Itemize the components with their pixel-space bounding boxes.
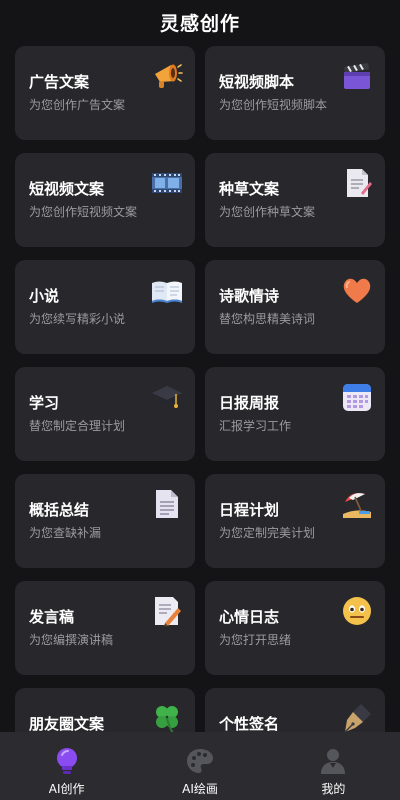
- card-subtitle: 为您创作种草文案: [219, 205, 316, 219]
- tab-ai-paint[interactable]: AI绘画: [133, 732, 266, 800]
- graduation-cap-icon: [151, 381, 183, 413]
- page-title: 灵感创作: [159, 12, 240, 35]
- memo-pencil-icon: [151, 595, 183, 627]
- face-icon: [341, 595, 373, 627]
- card-subtitle: 替您构思精美诗词: [219, 312, 316, 326]
- card-seeding-copy[interactable]: 种草文案 为您创作种草文案: [205, 153, 385, 247]
- document-pen-icon: [341, 167, 373, 199]
- document-icon: [151, 488, 183, 520]
- open-book-icon: [151, 274, 183, 306]
- fountain-pen-icon: [341, 702, 373, 734]
- card-subtitle: 为您创作短视频文案: [29, 205, 138, 219]
- heart-icon: [341, 274, 373, 306]
- film-strip-icon: [151, 167, 183, 199]
- calendar-icon: [341, 381, 373, 413]
- card-subtitle: 为您创作短视频脚本: [219, 98, 328, 112]
- card-speech[interactable]: 发言稿 为您编撰演讲稿: [15, 581, 195, 675]
- card-subtitle: 为您创作广告文案: [29, 98, 126, 112]
- bottom-tab-bar: AI创作 AI绘画 我的: [0, 732, 400, 800]
- card-mood-diary[interactable]: 心情日志 为您打开思绪: [205, 581, 385, 675]
- card-subtitle: 为您查缺补漏: [29, 526, 102, 540]
- card-subtitle: 替您制定合理计划: [29, 419, 126, 433]
- card-subtitle: 汇报学习工作: [219, 419, 292, 433]
- card-schedule[interactable]: 日程计划 为您定制完美计划: [205, 474, 385, 568]
- palette-icon: [185, 746, 215, 776]
- clover-icon: [151, 702, 183, 734]
- clapperboard-icon: [341, 60, 373, 92]
- card-study[interactable]: 学习 替您制定合理计划: [15, 367, 195, 461]
- user-icon: [318, 746, 348, 776]
- card-report[interactable]: 日报周报 汇报学习工作: [205, 367, 385, 461]
- tab-label: 我的: [321, 782, 346, 796]
- card-subtitle: 为您续写精彩小说: [29, 312, 126, 326]
- card-subtitle: 为您定制完美计划: [219, 526, 316, 540]
- tab-ai-create[interactable]: AI创作: [0, 732, 133, 800]
- creation-grid: 广告文案 为您创作广告文案 短视频脚本 为您创作短视频脚本 短视频文案 为您创作…: [15, 46, 385, 782]
- card-summary[interactable]: 概括总结 为您查缺补漏: [15, 474, 195, 568]
- tab-mine[interactable]: 我的: [267, 732, 400, 800]
- card-subtitle: 为您打开思绪: [219, 633, 292, 647]
- beach-umbrella-icon: [341, 488, 373, 520]
- card-video-copy[interactable]: 短视频文案 为您创作短视频文案: [15, 153, 195, 247]
- card-video-script[interactable]: 短视频脚本 为您创作短视频脚本: [205, 46, 385, 140]
- app-header: 灵感创作: [0, 0, 400, 44]
- tab-label: AI创作: [48, 782, 85, 796]
- megaphone-icon: [151, 60, 183, 92]
- card-ad-copy[interactable]: 广告文案 为您创作广告文案: [15, 46, 195, 140]
- card-poetry[interactable]: 诗歌情诗 替您构思精美诗词: [205, 260, 385, 354]
- card-subtitle: 为您编撰演讲稿: [29, 633, 114, 647]
- bulb-icon: [52, 746, 82, 776]
- card-novel[interactable]: 小说 为您续写精彩小说: [15, 260, 195, 354]
- tab-label: AI绘画: [182, 782, 218, 796]
